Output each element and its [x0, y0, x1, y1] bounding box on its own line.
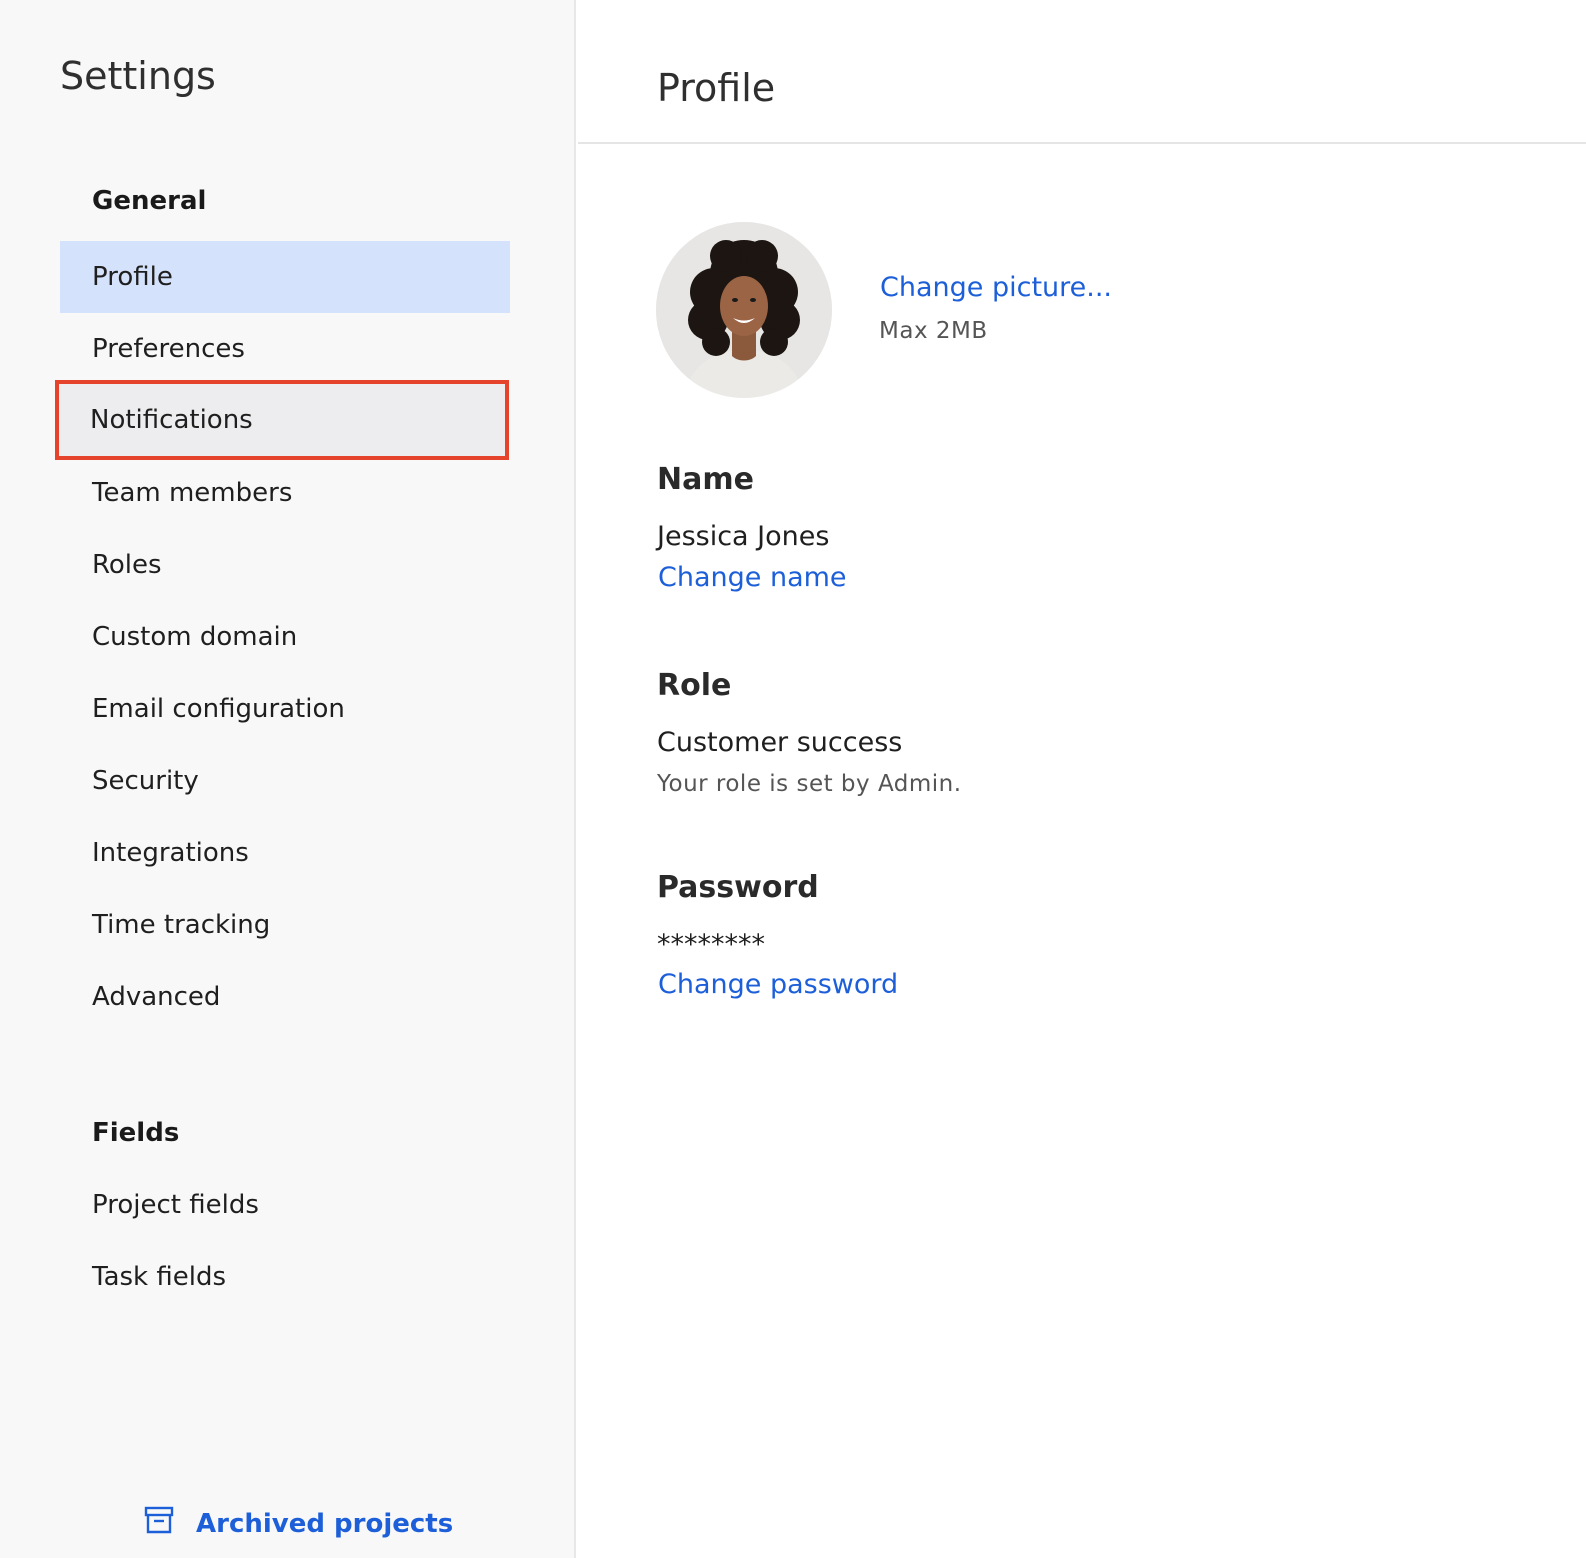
settings-app: Settings General Profile Preferences Not… [0, 0, 1586, 1558]
picture-size-hint: Max 2MB [879, 318, 988, 344]
sidebar-item-roles[interactable]: Roles [60, 529, 510, 601]
settings-sidebar: Settings General Profile Preferences Not… [0, 0, 576, 1558]
sidebar-item-label: Notifications [90, 405, 253, 435]
section-heading-fields: Fields [92, 1118, 180, 1148]
sidebar-item-integrations[interactable]: Integrations [60, 817, 510, 889]
role-label: Role [657, 668, 732, 703]
role-value: Customer success [657, 727, 903, 758]
section-heading-general: General [92, 186, 207, 216]
sidebar-item-label: Roles [92, 550, 162, 580]
sidebar-item-team-members[interactable]: Team members [60, 457, 510, 529]
name-label: Name [657, 462, 754, 497]
change-name-link[interactable]: Change name [658, 562, 847, 593]
sidebar-item-task-fields[interactable]: Task fields [60, 1241, 510, 1313]
change-password-link[interactable]: Change password [658, 969, 898, 1000]
sidebar-item-security[interactable]: Security [60, 745, 510, 817]
profile-panel: Profile Change picture... Max 2MB Name J… [578, 0, 1586, 1558]
name-value: Jessica Jones [657, 521, 830, 552]
sidebar-item-label: Security [92, 766, 199, 796]
archived-projects-link[interactable]: Archived projects [144, 1505, 453, 1542]
sidebar-item-label: Task fields [92, 1262, 227, 1292]
sidebar-item-email-configuration[interactable]: Email configuration [60, 673, 510, 745]
password-value: ******** [657, 929, 765, 960]
sidebar-item-advanced[interactable]: Advanced [60, 961, 510, 1033]
archive-box-icon [144, 1505, 174, 1542]
avatar-photo [656, 222, 832, 398]
archived-projects-label: Archived projects [196, 1508, 454, 1539]
sidebar-item-label: Integrations [92, 838, 249, 868]
role-help-text: Your role is set by Admin. [657, 771, 962, 797]
sidebar-item-custom-domain[interactable]: Custom domain [60, 601, 510, 673]
sidebar-item-label: Time tracking [92, 910, 271, 940]
sidebar-item-label: Email configuration [92, 694, 345, 724]
sidebar-item-notifications[interactable]: Notifications [55, 380, 509, 460]
sidebar-item-label: Project fields [92, 1190, 259, 1220]
sidebar-title: Settings [60, 54, 216, 98]
sidebar-item-preferences[interactable]: Preferences [60, 313, 510, 385]
sidebar-item-project-fields[interactable]: Project fields [60, 1169, 510, 1241]
sidebar-item-label: Team members [92, 478, 293, 508]
avatar[interactable] [656, 222, 832, 398]
sidebar-item-label: Custom domain [92, 622, 298, 652]
page-header: Profile [578, 0, 1586, 144]
sidebar-item-time-tracking[interactable]: Time tracking [60, 889, 510, 961]
sidebar-item-label: Preferences [92, 334, 245, 364]
page-title: Profile [657, 66, 776, 110]
change-picture-link[interactable]: Change picture... [880, 272, 1112, 303]
password-label: Password [657, 870, 819, 905]
sidebar-item-label: Advanced [92, 982, 221, 1012]
sidebar-item-profile[interactable]: Profile [60, 241, 510, 313]
sidebar-item-label: Profile [92, 262, 173, 292]
